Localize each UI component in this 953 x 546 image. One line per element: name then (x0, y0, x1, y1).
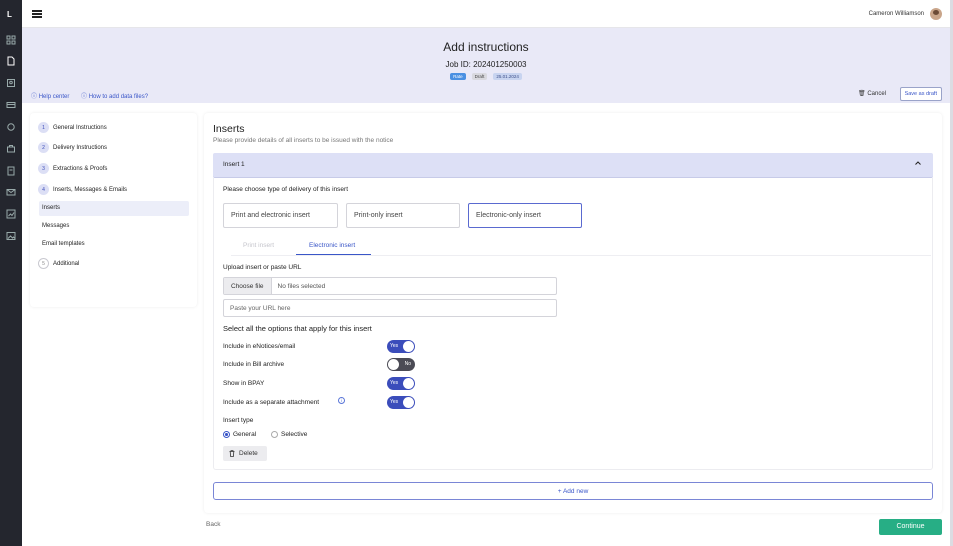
toggle-separate-attachment[interactable]: Yes (387, 396, 415, 409)
step-number: 1 (38, 122, 49, 133)
toggle-text: Yes (390, 343, 399, 349)
job-id: Job ID: 202401250003 (445, 60, 527, 69)
step-number: 2 (38, 142, 49, 153)
step-label: Extractions & Proofs (53, 165, 108, 172)
toggle-text: Yes (390, 399, 399, 405)
refresh-icon[interactable] (6, 122, 16, 132)
substep-messages[interactable]: Messages (42, 223, 69, 229)
insert-type-label: Insert type (223, 417, 254, 424)
toggle-bill-archive[interactable]: No (387, 358, 415, 371)
radio-general[interactable] (223, 431, 230, 438)
steps-panel: 1 General Instructions 2 Delivery Instruct… (30, 113, 197, 307)
substep-email-templates[interactable]: Email templates (42, 241, 85, 247)
trash-icon: 🗑 (858, 91, 866, 97)
file-status: No files selected (277, 283, 326, 290)
delete-label: Delete (239, 450, 258, 457)
cancel-button[interactable]: 🗑 Cancel (858, 90, 886, 97)
continue-button[interactable]: Continue (879, 519, 942, 535)
step-extractions[interactable]: 3 Extractions & Proofs (38, 163, 107, 174)
app-sidebar: L (0, 0, 22, 546)
option-electronic-only[interactable]: Electronic-only insert (468, 203, 582, 228)
dashboard-icon[interactable] (6, 35, 16, 45)
section-subtitle: Please provide details of all inserts to… (213, 137, 394, 144)
top-bar: Cameron Williamson (22, 0, 950, 28)
options-title: Select all the options that apply for th… (223, 324, 372, 333)
back-button[interactable]: Back (206, 521, 220, 528)
badges: Rate Draft 25.01.2024 (22, 73, 950, 80)
date-badge: 25.01.2024 (493, 73, 522, 80)
briefcase-icon[interactable] (6, 144, 16, 154)
cancel-label: Cancel (867, 91, 886, 97)
insert-accordion-header[interactable]: Insert 1 (213, 153, 933, 178)
option-label: Show in BPAY (223, 380, 265, 387)
help-icon: ⓘ (31, 94, 38, 100)
option-print-only[interactable]: Print-only insert (346, 203, 460, 228)
contacts-icon[interactable] (6, 78, 16, 88)
help-center-link[interactable]: ⓘ Help center (31, 91, 69, 100)
report-icon[interactable] (6, 166, 16, 176)
step-delivery[interactable]: 2 Delivery Instructions (38, 142, 107, 153)
option-label: Include in Bill archive (223, 361, 285, 368)
toggle-bpay[interactable]: Yes (387, 377, 415, 390)
chart-icon[interactable] (6, 209, 16, 219)
section-title: Inserts (213, 123, 245, 135)
image-icon[interactable] (6, 231, 16, 241)
substep-inserts[interactable]: Inserts (39, 201, 189, 216)
tab-print-insert[interactable]: Print insert (243, 242, 274, 249)
choose-file-button[interactable]: Choose file (224, 278, 272, 294)
step-number: 3 (38, 163, 49, 174)
step-label: Delivery Instructions (53, 144, 108, 151)
step-number: 4 (38, 184, 49, 195)
radio-selective-label: Selective (281, 431, 308, 438)
option-label: Include in eNotices/email (223, 343, 296, 350)
url-input[interactable]: Paste your URL here (223, 299, 557, 317)
step-label: Inserts, Messages & Emails (53, 186, 128, 193)
menu-icon[interactable] (32, 10, 42, 18)
how-to-link[interactable]: ⓘ How to add data files? (81, 91, 148, 100)
chevron-up-icon[interactable] (915, 160, 921, 166)
help-center-label: Help center (38, 94, 70, 100)
trash-icon (229, 450, 235, 457)
step-additional[interactable]: 5 Additional (38, 258, 79, 269)
mail-icon[interactable] (6, 187, 16, 197)
insert-label: Insert 1 (223, 161, 245, 168)
delivery-prompt: Please choose type of delivery of this i… (223, 186, 349, 193)
avatar[interactable] (930, 8, 942, 20)
app-logo: L (7, 10, 12, 19)
question-icon: ⓘ (81, 94, 88, 100)
option-print-electronic[interactable]: Print and electronic insert (223, 203, 338, 228)
step-general[interactable]: 1 General Instructions (38, 122, 107, 133)
add-new-button[interactable]: + Add new (213, 482, 933, 500)
how-to-label: How to add data files? (88, 94, 149, 100)
radio-general-label: General (233, 431, 257, 438)
card-icon[interactable] (6, 100, 16, 110)
step-inserts[interactable]: 4 Inserts, Messages & Emails (38, 184, 127, 195)
inserts-form: Inserts Please provide details of all in… (204, 113, 942, 513)
step-number: 5 (38, 258, 49, 269)
status-badge: Rate (450, 73, 466, 80)
step-label: General Instructions (53, 124, 107, 131)
active-tab-indicator (296, 254, 371, 255)
user-name: Cameron Williamson (868, 11, 924, 17)
document-icon[interactable] (6, 56, 16, 66)
status-badge: Draft (471, 73, 488, 80)
delete-button[interactable]: Delete (223, 446, 267, 461)
upload-label: Upload insert or paste URL (223, 264, 302, 271)
toggle-enotices[interactable]: Yes (387, 340, 415, 353)
radio-selective[interactable] (271, 431, 278, 438)
tab-electronic-insert[interactable]: Electronic insert (309, 242, 355, 249)
page-title: Add instructions (443, 40, 529, 54)
page-header: Add instructions Job ID: 202401250003 Ra… (22, 28, 950, 103)
info-icon[interactable]: i (338, 397, 345, 404)
file-upload[interactable]: Choose file No files selected (223, 277, 557, 295)
option-label: Include as a separate attachment (223, 399, 320, 406)
toggle-text: Yes (390, 380, 399, 386)
save-draft-button[interactable]: Save as draft (899, 87, 942, 101)
step-label: Additional (53, 260, 80, 267)
tabs-divider (231, 255, 931, 256)
toggle-text: No (404, 361, 411, 367)
